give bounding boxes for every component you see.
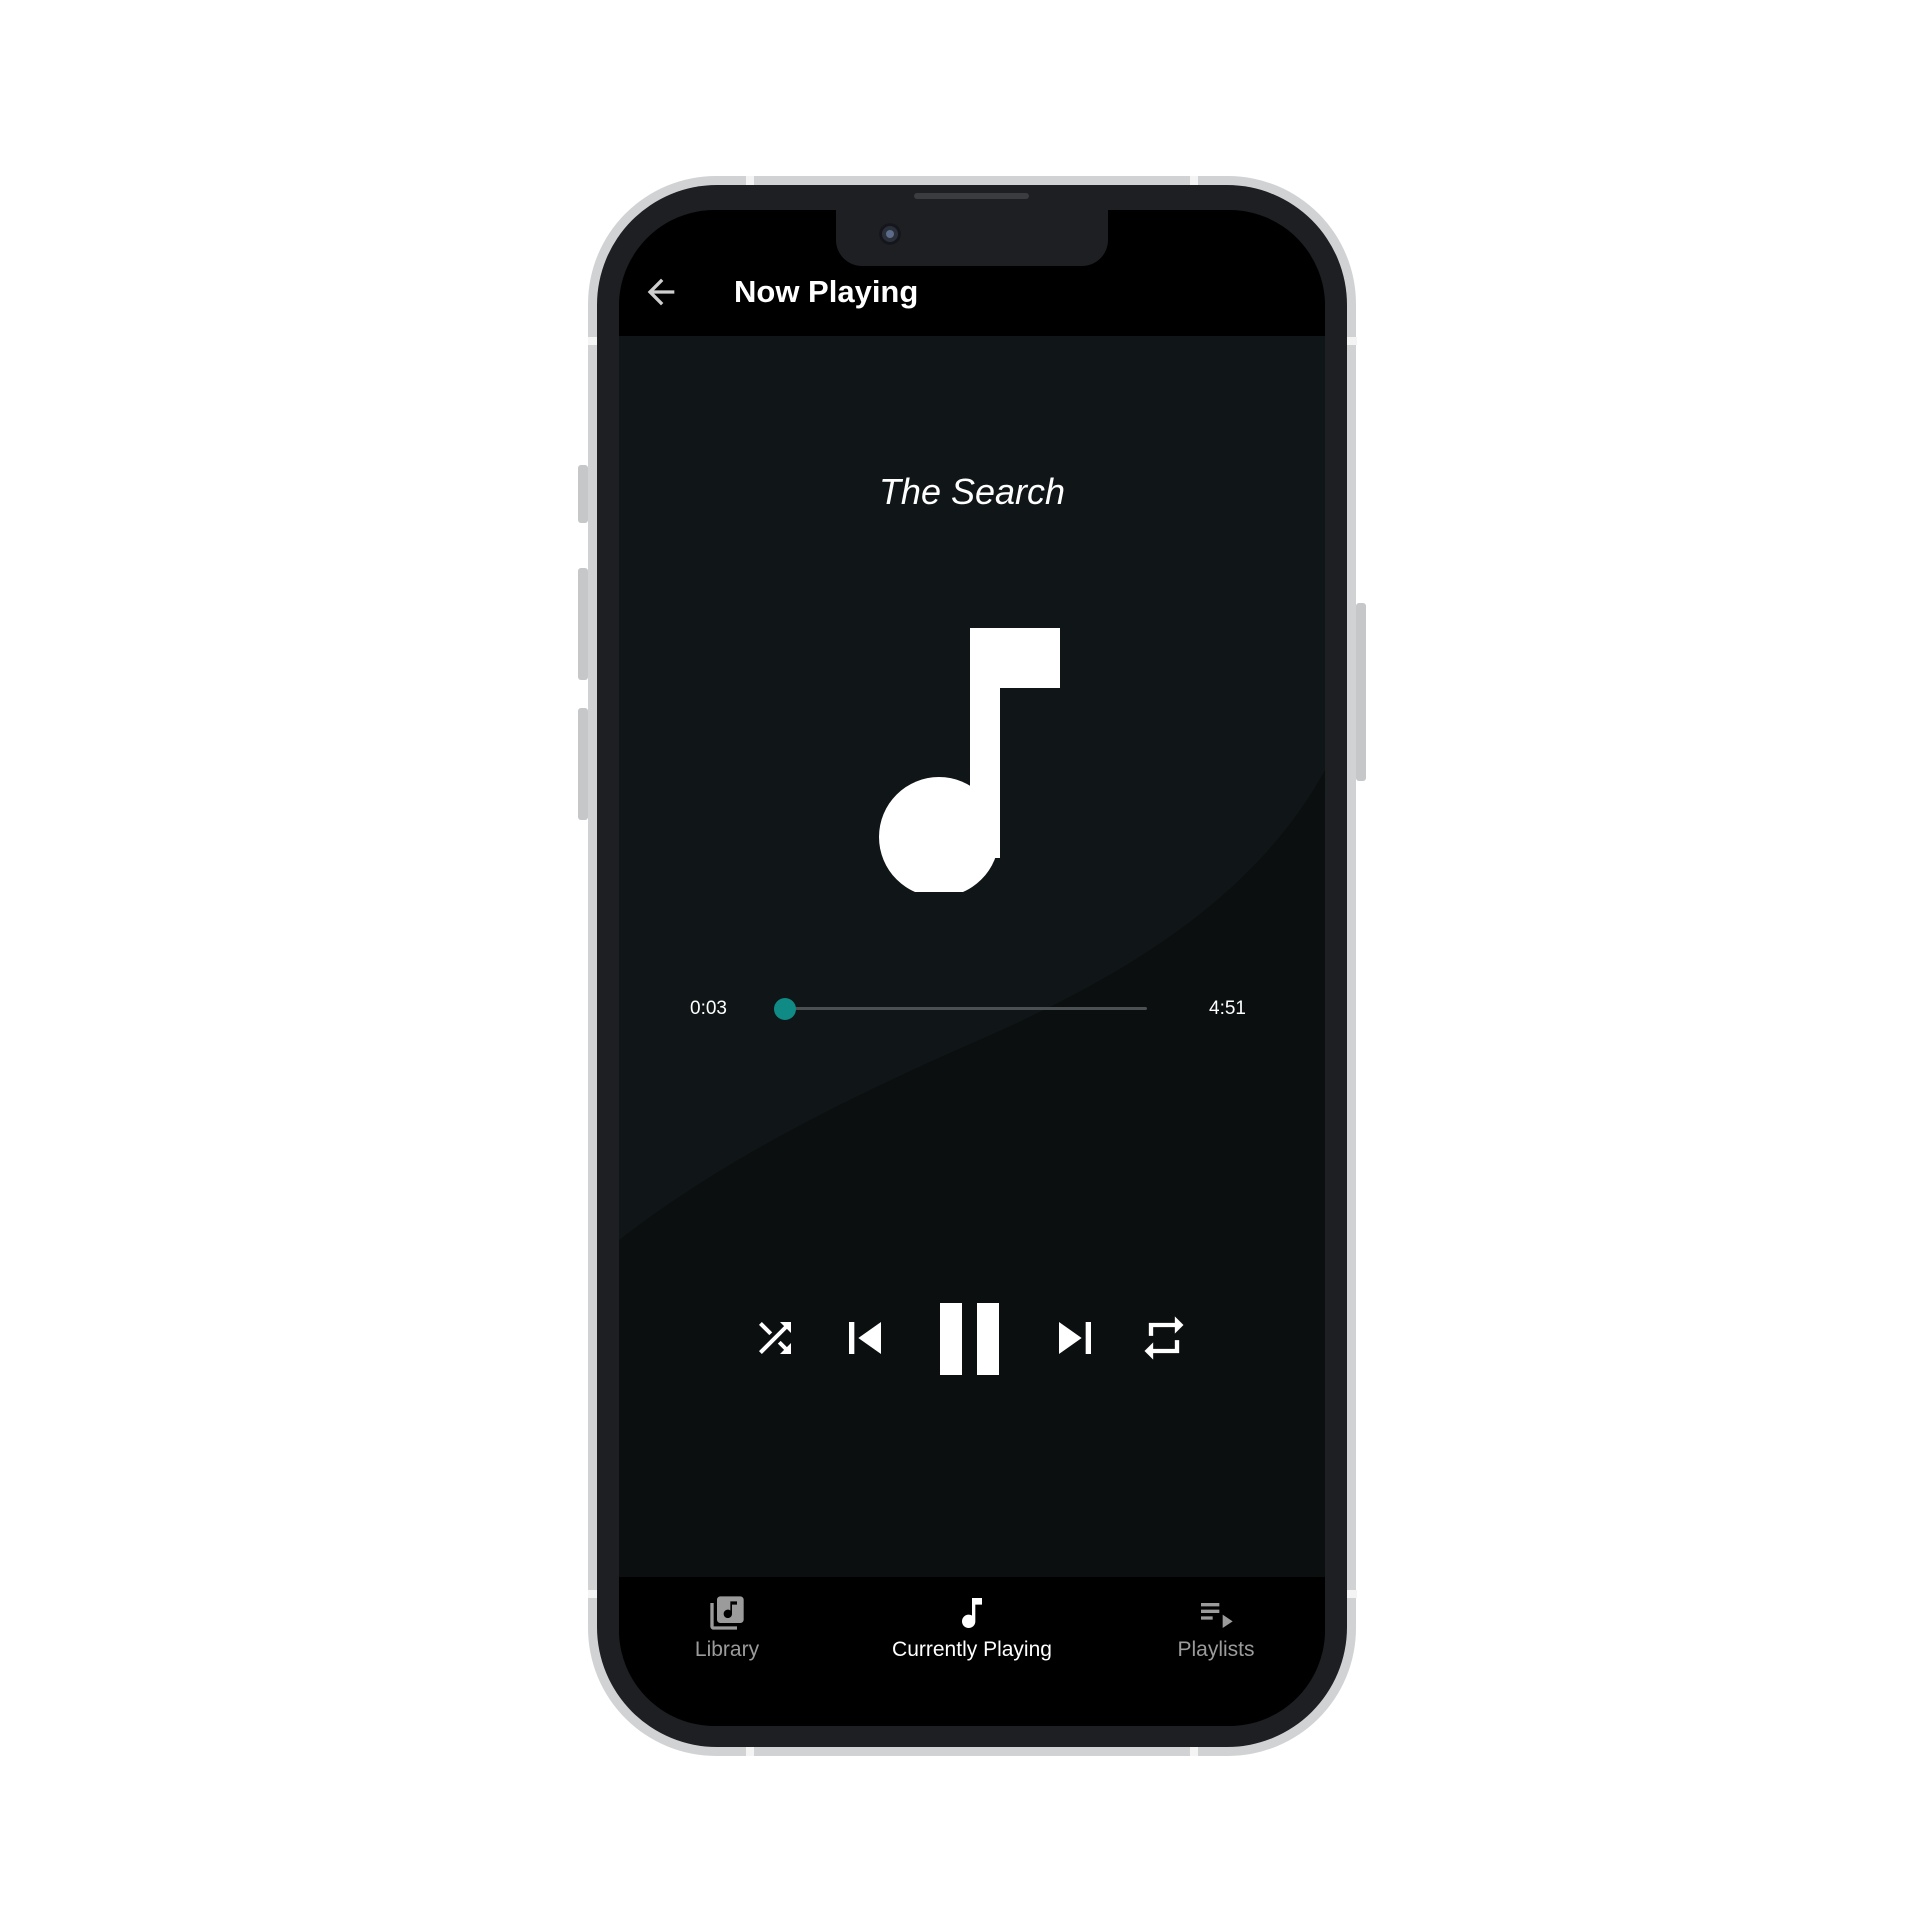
nav-label-playlists: Playlists	[1177, 1638, 1255, 1661]
seek-track	[781, 1007, 1147, 1010]
volume-down-button	[578, 708, 588, 820]
page-title: Now Playing	[734, 274, 919, 309]
seek-thumb[interactable]	[773, 998, 796, 1020]
bottom-navigation: Library Currently Playing Playlists	[619, 1577, 1325, 1726]
power-button	[1356, 603, 1366, 781]
mute-switch	[578, 465, 588, 523]
back-button[interactable]	[641, 272, 681, 312]
antenna-band	[1347, 1590, 1357, 1598]
track-title: The Search	[878, 471, 1066, 512]
skip-previous-icon	[849, 1322, 881, 1354]
arrow-back-icon	[647, 278, 675, 306]
repeat-icon	[1144, 1316, 1184, 1360]
skip-next-icon	[1059, 1322, 1091, 1354]
music-note-icon	[879, 628, 1060, 892]
elapsed-time: 0:03	[690, 998, 727, 1019]
antenna-band	[1347, 337, 1357, 345]
earpiece-speaker	[914, 193, 1029, 199]
repeat-button[interactable]	[1138, 1312, 1190, 1364]
shuffle-icon	[759, 1322, 791, 1354]
antenna-band	[746, 1746, 754, 1756]
nav-label-library: Library	[694, 1638, 760, 1661]
nav-label-currently-playing: Currently Playing	[892, 1638, 1052, 1661]
pause-icon	[940, 1303, 999, 1375]
shuffle-button[interactable]	[751, 1314, 799, 1362]
antenna-band	[1190, 1746, 1198, 1756]
nav-item-library[interactable]: Library	[619, 1593, 837, 1673]
previous-button[interactable]	[833, 1306, 897, 1370]
library-music-icon	[710, 1596, 744, 1630]
next-button[interactable]	[1043, 1306, 1107, 1370]
seek-bar[interactable]	[767, 996, 1163, 1022]
notch	[836, 210, 1108, 266]
pause-button[interactable]	[925, 1294, 1013, 1382]
front-camera	[879, 223, 901, 245]
playlist-play-icon	[1201, 1603, 1233, 1628]
nav-item-playlists[interactable]: Playlists	[1106, 1593, 1325, 1673]
screen: Now Playing The Search 0:03 4:51 Library…	[619, 210, 1325, 1726]
background-wave	[619, 210, 1325, 1240]
nav-item-currently-playing[interactable]: Currently Playing	[862, 1593, 1082, 1673]
music-note-icon	[962, 1598, 982, 1628]
volume-up-button	[578, 568, 588, 680]
total-duration: 4:51	[1209, 998, 1246, 1019]
